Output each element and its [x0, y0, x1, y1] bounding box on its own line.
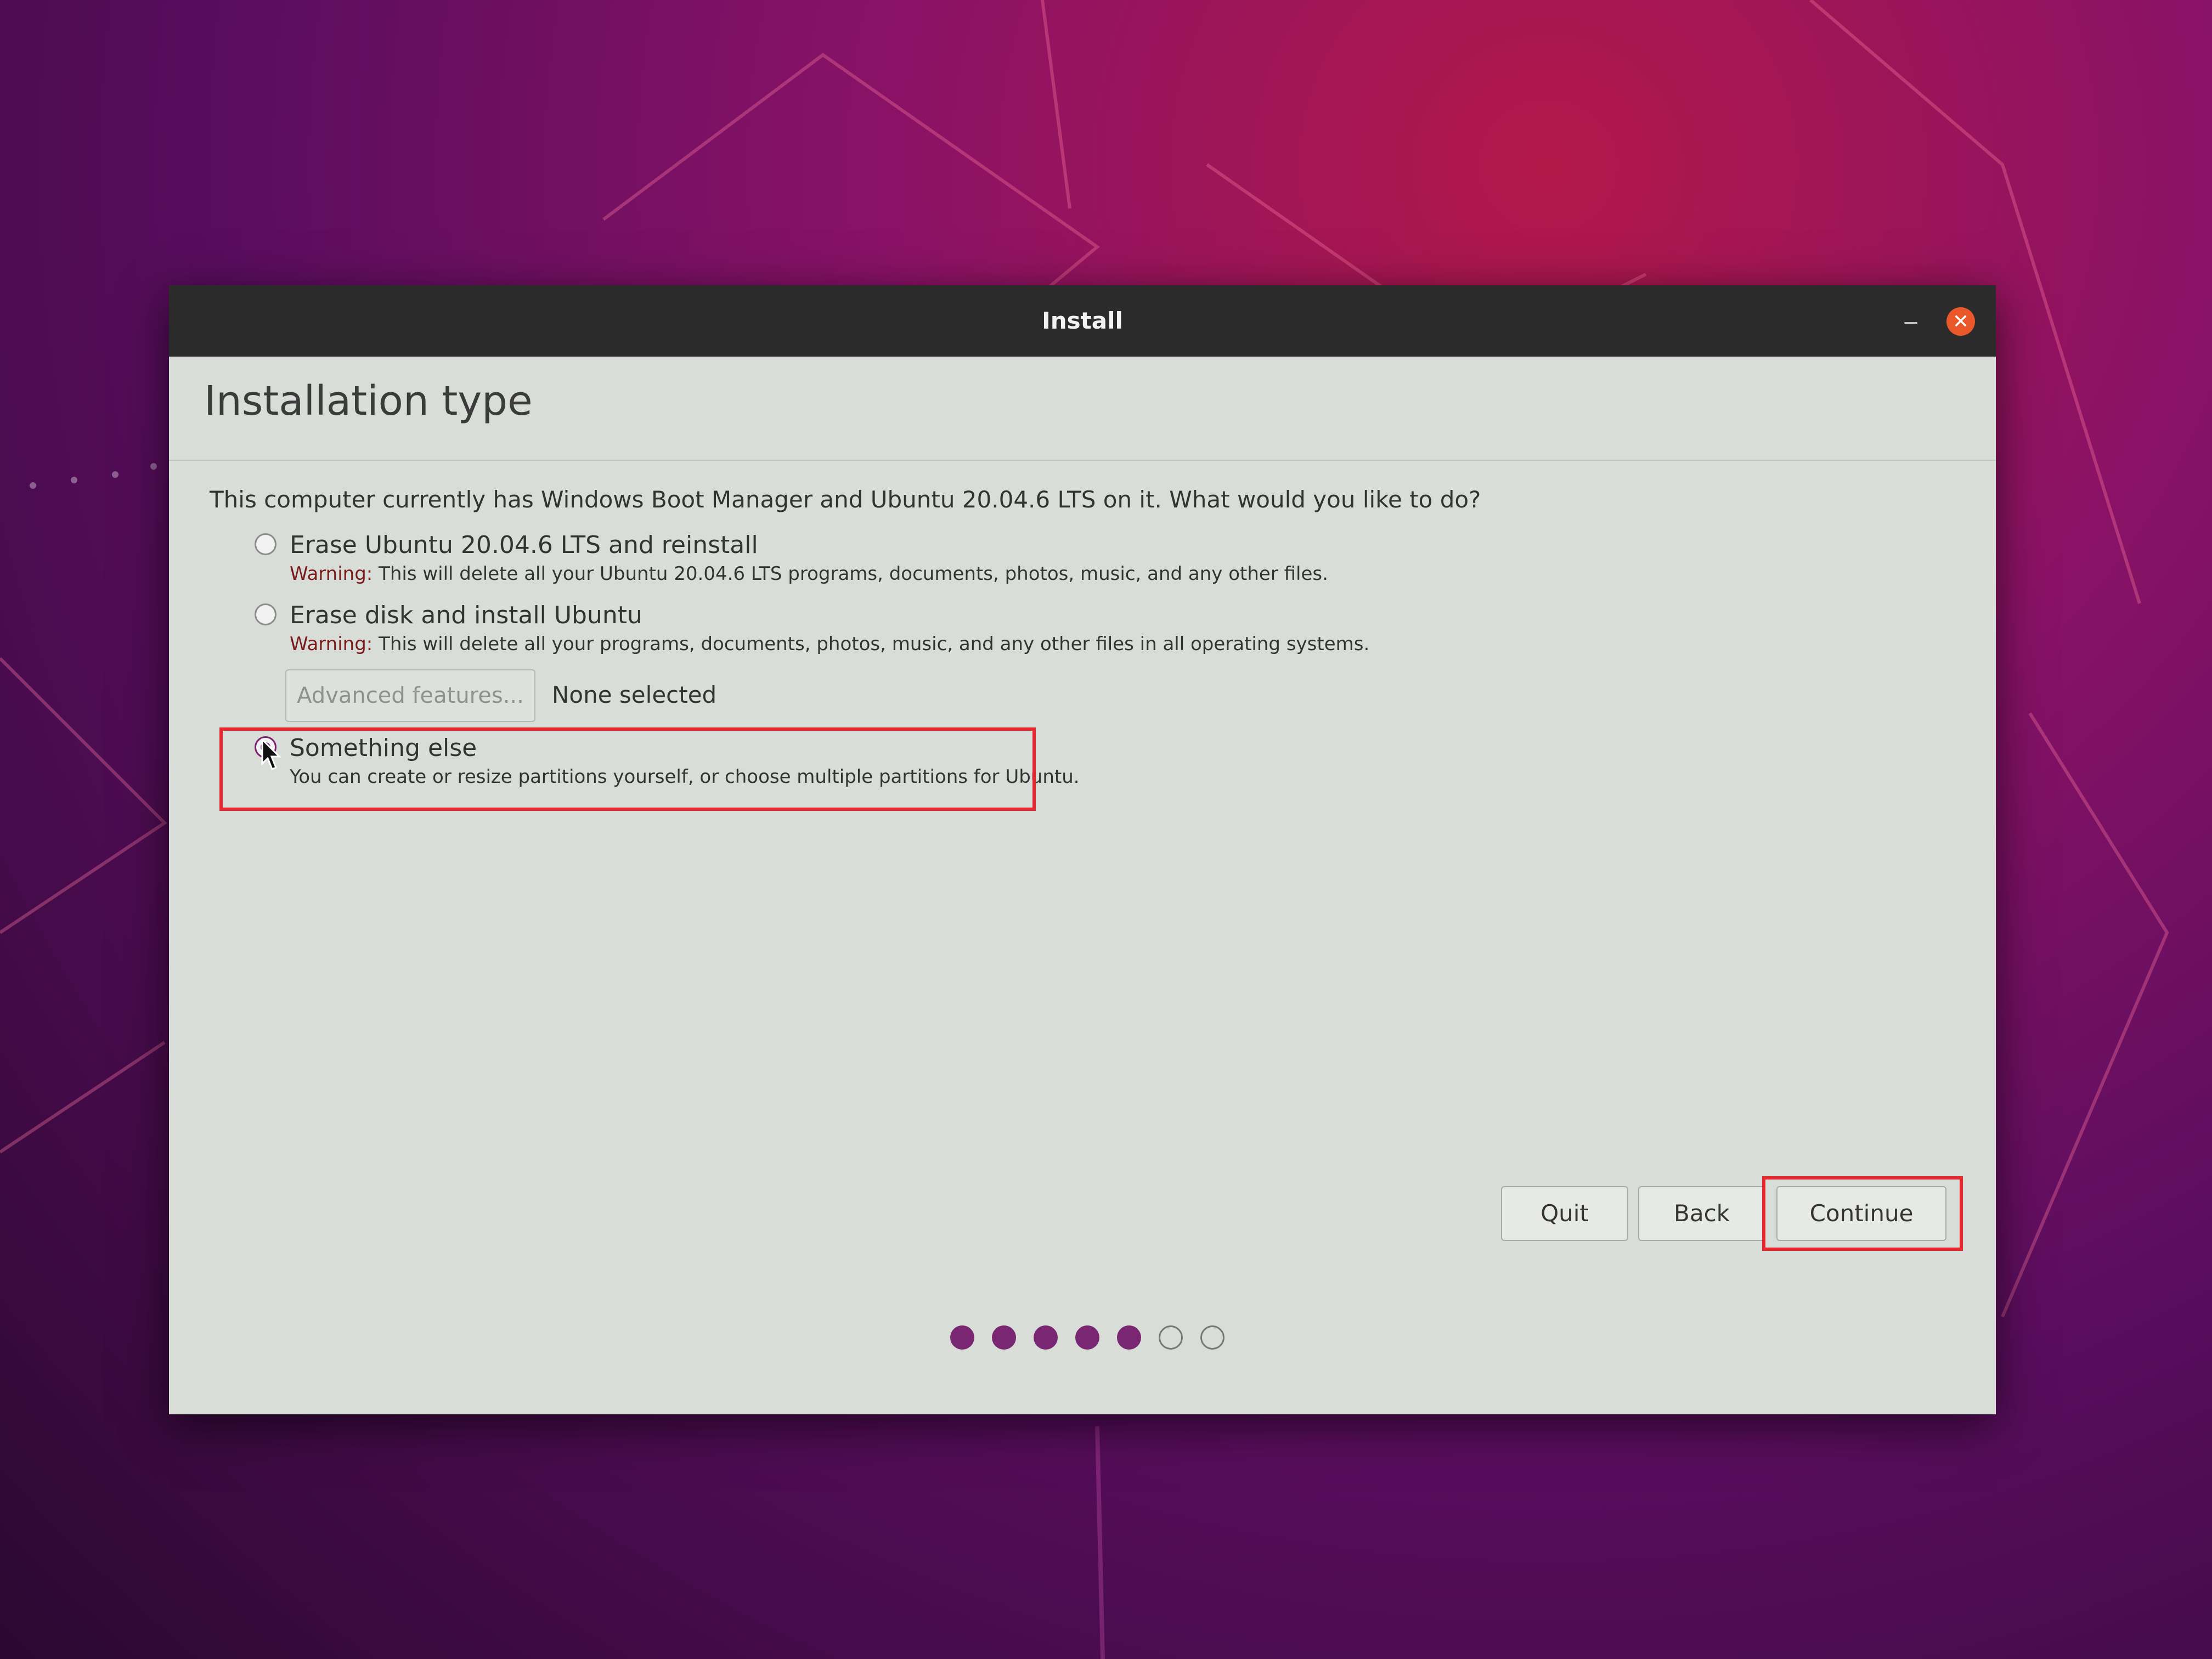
window-title: Install — [1042, 307, 1123, 334]
title-bar: Install – ✕ — [169, 285, 1996, 357]
progress-dots — [950, 1325, 1224, 1350]
radio-erase-reinstall[interactable] — [255, 533, 276, 555]
quit-button[interactable]: Quit — [1501, 1186, 1628, 1241]
progress-dot — [950, 1325, 974, 1350]
option-label: Erase disk and install Ubuntu — [290, 601, 642, 629]
mouse-pointer-icon — [261, 738, 281, 770]
installer-window: Install – ✕ Installation type This compu… — [169, 285, 1996, 1414]
option-warning: Warning: This will delete all your progr… — [290, 633, 1369, 655]
install-question: This computer currently has Windows Boot… — [210, 486, 1481, 513]
back-button[interactable]: Back — [1638, 1186, 1765, 1241]
close-icon[interactable]: ✕ — [1946, 307, 1975, 336]
warning-prefix: Warning: — [290, 633, 373, 655]
progress-dot — [1075, 1325, 1099, 1350]
option-label: Erase Ubuntu 20.04.6 LTS and reinstall — [290, 531, 758, 559]
progress-dot — [1200, 1325, 1224, 1350]
progress-dot — [1034, 1325, 1058, 1350]
highlight-box-something-else — [219, 727, 1036, 811]
warning-text: This will delete all your programs, docu… — [373, 633, 1370, 655]
warning-prefix: Warning: — [290, 563, 373, 585]
warning-text: This will delete all your Ubuntu 20.04.6… — [373, 563, 1328, 585]
advanced-features-button[interactable]: Advanced features... — [285, 669, 535, 722]
minimize-icon[interactable]: – — [1897, 307, 1925, 335]
option-warning: Warning: This will delete all your Ubunt… — [290, 563, 1328, 585]
progress-dot — [992, 1325, 1016, 1350]
page-title: Installation type — [204, 377, 533, 425]
radio-erase-disk[interactable] — [255, 603, 276, 625]
advanced-status: None selected — [552, 681, 717, 708]
progress-dot — [1159, 1325, 1183, 1350]
highlight-box-continue — [1762, 1176, 1963, 1251]
progress-dot — [1117, 1325, 1141, 1350]
header-divider — [169, 460, 1996, 461]
